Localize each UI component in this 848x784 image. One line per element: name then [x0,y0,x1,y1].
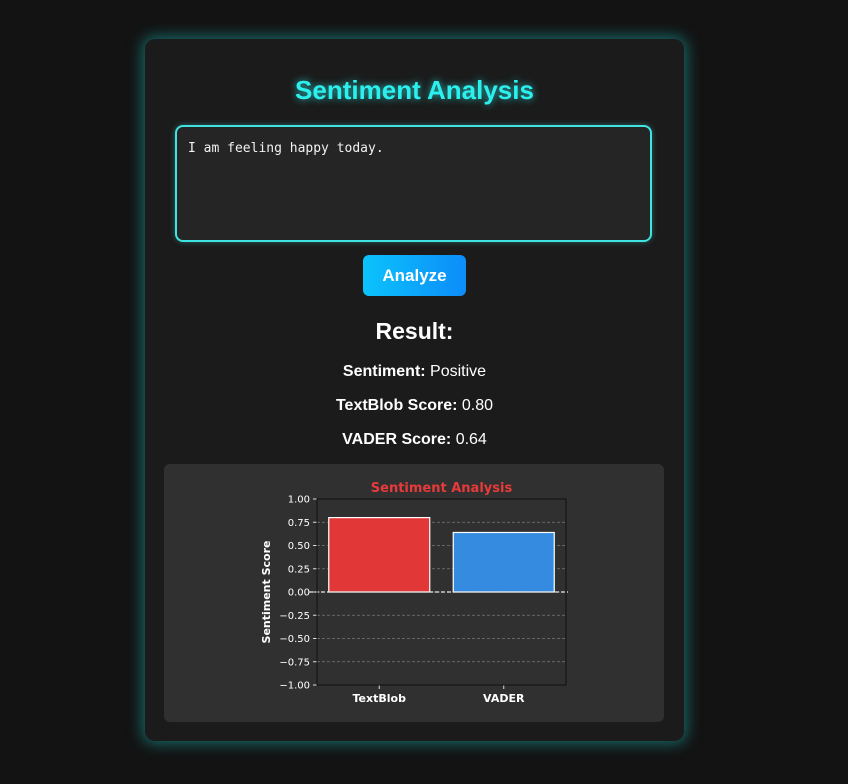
result-heading: Result: [375,318,454,344]
y-tick-label: 0.25 [288,564,310,575]
textblob-value: 0.80 [461,397,494,414]
x-tick-label: TextBlob [353,692,407,705]
app-card: Sentiment Analysis Analyze Result: Senti… [145,39,684,741]
analyze-button[interactable]: Analyze [363,255,466,296]
y-axis-label: Sentiment Score [260,541,273,644]
chart-panel: 1.00 0.75 0.50 0.25 0.00 −0.25 −0.50 −0.75 −1.00… [164,464,664,722]
sentiment-result: Sentiment: Positive [145,362,684,382]
vader-result: VADER Score: 0.64 [145,430,684,450]
bar-vader [452,531,555,593]
textblob-label: TextBlob Score: [335,397,458,414]
y-tick-label: 1.00 [288,495,310,506]
vader-label: VADER Score: [342,431,452,448]
vader-value: 0.64 [455,431,487,448]
y-tick-label: 0.00 [288,588,310,599]
y-tick-label: −0.25 [279,611,310,622]
y-tick-label: −0.50 [279,634,310,645]
page-title: Sentiment Analysis [295,75,534,105]
sentiment-chart: 1.00 0.75 0.50 0.25 0.00 −0.25 −0.50 −0.75 −1.00… [260,481,568,705]
chart-title: Sentiment Analysis [371,481,513,496]
y-tick-label: 0.50 [288,541,310,552]
text-input[interactable] [175,125,652,242]
bar-textblob [328,516,431,593]
y-tick-label: −0.75 [279,657,310,668]
sentiment-label: Sentiment: [342,363,426,380]
x-tick-label: VADER [483,692,525,705]
sentiment-value: Positive [430,363,487,380]
y-tick-label: 0.75 [288,518,310,529]
textblob-result: TextBlob Score: 0.80 [145,396,684,416]
y-tick-label: −1.00 [279,681,310,692]
